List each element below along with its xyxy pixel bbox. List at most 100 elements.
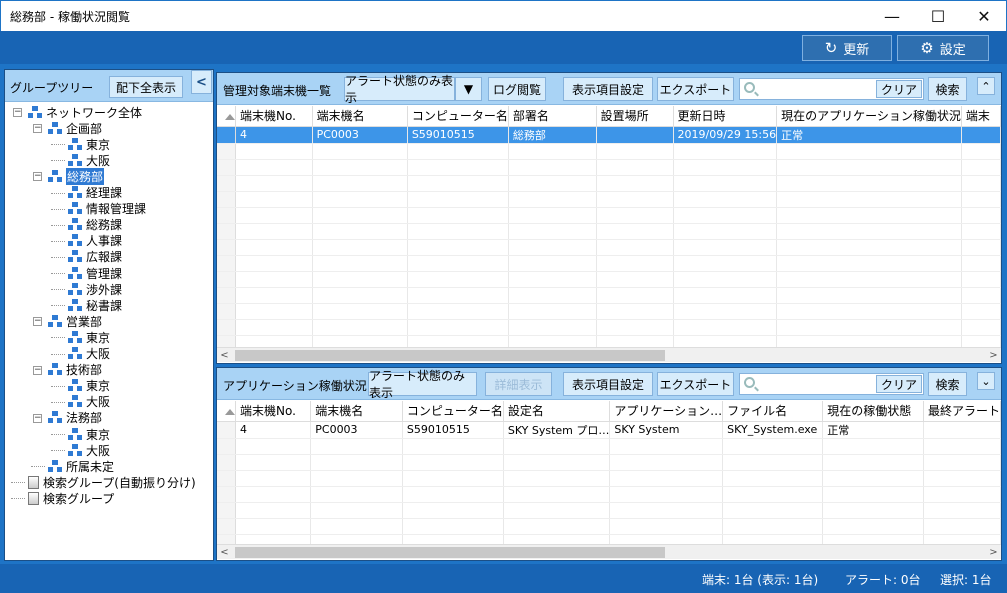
scroll-left-icon[interactable]: < — [217, 348, 232, 363]
scroll-thumb[interactable] — [235, 547, 665, 558]
row-header[interactable] — [217, 438, 236, 455]
tree-item[interactable]: 営業部 — [48, 313, 102, 329]
tree-item[interactable]: 総務部 — [48, 167, 105, 185]
collapse-node-icon[interactable]: − — [33, 124, 42, 134]
tree-item[interactable]: ネットワーク全体 — [28, 104, 142, 120]
maximize-button[interactable]: ☐ — [915, 1, 961, 32]
close-button[interactable]: ✕ — [961, 1, 1007, 32]
table-row[interactable] — [217, 191, 1002, 208]
row-header[interactable] — [217, 454, 236, 471]
column-header[interactable]: コンピューター名 — [402, 401, 504, 422]
row-header[interactable] — [217, 502, 236, 519]
tree-item[interactable]: 人事課 — [68, 233, 122, 249]
column-header[interactable]: 端末機No. — [235, 106, 313, 127]
column-header[interactable]: 更新日時 — [673, 106, 778, 127]
tree-item[interactable]: 東京 — [68, 426, 110, 442]
column-header[interactable]: 最終アラート — [923, 401, 1002, 422]
tree-item[interactable]: 大阪 — [68, 442, 110, 458]
clear-button[interactable]: クリア — [876, 80, 922, 98]
table-row[interactable] — [217, 502, 1002, 519]
column-header[interactable]: 現在の稼働状態 — [822, 401, 924, 422]
row-header[interactable] — [217, 255, 236, 272]
column-header[interactable]: 部署名 — [508, 106, 597, 127]
tree-item[interactable]: 管理課 — [68, 265, 122, 281]
row-header[interactable] — [217, 470, 236, 487]
table-row[interactable]: 4 PC0003 S59010515 総務部 2019/09/29 15:56 正常 — [217, 126, 1002, 144]
table-row[interactable] — [217, 303, 1002, 320]
tree-item[interactable]: 東京 — [68, 329, 110, 345]
log-view-button[interactable]: ログ閲覧 — [488, 77, 546, 101]
table-row[interactable] — [217, 207, 1002, 224]
search-input[interactable]: クリア — [739, 78, 924, 100]
row-header[interactable] — [217, 239, 236, 256]
tree-item[interactable]: 東京 — [68, 136, 110, 152]
column-header[interactable]: 設定名 — [503, 401, 611, 422]
row-header[interactable] — [217, 126, 236, 144]
row-header[interactable] — [217, 319, 236, 336]
tree-item[interactable]: 情報管理課 — [68, 201, 146, 217]
row-header[interactable] — [217, 271, 236, 288]
tree-item[interactable]: 東京 — [68, 378, 110, 394]
table-row[interactable] — [217, 255, 1002, 272]
alert-filter-dropdown[interactable]: ▼ — [455, 77, 482, 101]
table-row[interactable] — [217, 175, 1002, 192]
row-header[interactable] — [217, 207, 236, 224]
table-row[interactable] — [217, 438, 1002, 455]
alert-only-toggle[interactable]: アラート状態のみ表示 — [368, 369, 477, 400]
row-header[interactable] — [217, 175, 236, 192]
table-row[interactable] — [217, 159, 1002, 176]
show-all-descendants-button[interactable]: 配下全表示 — [109, 76, 183, 98]
collapse-up-button[interactable]: ⌃ — [977, 77, 995, 95]
tree-item[interactable]: 所属未定 — [48, 458, 114, 474]
sort-corner[interactable] — [217, 401, 236, 422]
scroll-thumb[interactable] — [235, 350, 665, 361]
row-header[interactable] — [217, 486, 236, 503]
table-row[interactable] — [217, 143, 1002, 160]
display-settings-button[interactable]: 表示項目設定 — [563, 372, 653, 396]
table-row[interactable] — [217, 239, 1002, 256]
tree-item[interactable]: 秘書課 — [68, 297, 122, 313]
clear-button[interactable]: クリア — [876, 375, 922, 393]
row-header[interactable] — [217, 303, 236, 320]
table-row[interactable] — [217, 486, 1002, 503]
tree-item[interactable]: 法務部 — [48, 410, 102, 426]
table-row[interactable] — [217, 470, 1002, 487]
row-header[interactable] — [217, 287, 236, 304]
tree-item[interactable]: 広報課 — [68, 249, 122, 265]
row-header[interactable] — [217, 191, 236, 208]
collapse-node-icon[interactable]: − — [13, 108, 22, 117]
expand-down-button[interactable]: ⌄ — [977, 372, 995, 390]
row-header[interactable] — [217, 223, 236, 240]
row-header[interactable] — [217, 518, 236, 535]
tree-item[interactable]: 大阪 — [68, 346, 110, 362]
tree-item[interactable]: 技術部 — [48, 362, 102, 378]
tree-item[interactable]: 渉外課 — [68, 281, 122, 297]
scroll-right-icon[interactable]: > — [986, 545, 1001, 560]
refresh-button[interactable]: ↻ 更新 — [802, 35, 892, 61]
devices-hscrollbar[interactable]: < > — [217, 347, 1001, 362]
table-row[interactable] — [217, 454, 1002, 471]
tree-item[interactable]: 大阪 — [68, 394, 110, 410]
column-header[interactable]: ファイル名 — [722, 401, 824, 422]
column-header[interactable]: 端末機No. — [235, 401, 312, 422]
export-button[interactable]: エクスポート — [657, 372, 734, 396]
collapse-panel-button[interactable]: < — [191, 70, 212, 94]
column-header[interactable]: アプリケーション… — [609, 401, 724, 422]
table-row[interactable] — [217, 287, 1002, 304]
collapse-node-icon[interactable]: − — [33, 365, 42, 375]
tree-item[interactable]: 大阪 — [68, 152, 110, 168]
tree-item[interactable]: 検索グループ — [28, 490, 114, 506]
minimize-button[interactable]: — — [869, 1, 915, 32]
search-button[interactable]: 検索 — [928, 372, 967, 396]
column-header[interactable]: 現在のアプリケーション稼働状況 — [776, 106, 962, 127]
search-input[interactable]: クリア — [739, 373, 924, 395]
search-button[interactable]: 検索 — [928, 77, 967, 101]
table-row[interactable] — [217, 223, 1002, 240]
display-settings-button[interactable]: 表示項目設定 — [563, 77, 653, 101]
row-header[interactable] — [217, 421, 236, 439]
column-header[interactable]: 端末機名 — [310, 401, 403, 422]
table-row[interactable] — [217, 518, 1002, 535]
table-row[interactable] — [217, 319, 1002, 336]
alert-only-toggle[interactable]: アラート状態のみ表示 — [344, 74, 455, 105]
detail-view-button[interactable]: 詳細表示 — [485, 372, 552, 396]
